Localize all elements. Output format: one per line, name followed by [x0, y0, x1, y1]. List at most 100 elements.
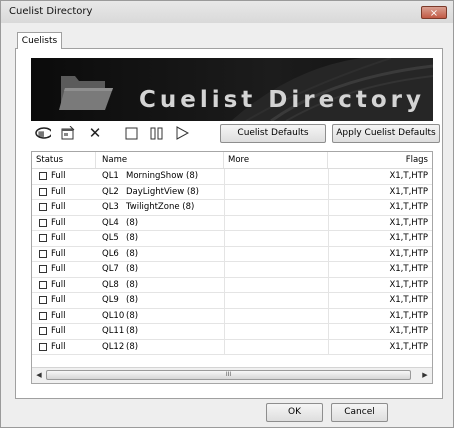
status-cell: Full: [51, 279, 66, 290]
status-checkbox[interactable]: [39, 265, 47, 273]
table-row[interactable]: Full QL2 DayLightView (8) X1,T,HTP: [32, 184, 432, 200]
status-checkbox[interactable]: [39, 203, 47, 211]
cuelist-id-cell: QL11: [102, 326, 125, 336]
delete-icon[interactable]: ✕: [87, 124, 103, 142]
cuelist-id-cell: QL6: [102, 248, 119, 259]
banner: Cuelist Directory: [31, 58, 433, 121]
table-header: Status Name More Flags: [32, 152, 432, 169]
ok-button[interactable]: OK: [266, 403, 323, 422]
cuelist-id-cell: QL4: [102, 217, 119, 228]
name-cell: (8): [126, 217, 139, 228]
table-row[interactable]: Full QL5 (8) X1,T,HTP: [32, 231, 432, 247]
name-cell: TwilightZone (8): [126, 202, 195, 212]
column-separator: [328, 277, 329, 293]
flags-cell: X1,T,HTP: [389, 326, 428, 336]
flags-cell: X1,T,HTP: [389, 295, 428, 305]
svg-text:▦: ▦: [38, 130, 45, 138]
column-separator: [224, 324, 225, 339]
flags-cell: X1,T,HTP: [389, 186, 428, 197]
column-more[interactable]: More: [224, 152, 328, 168]
table-row[interactable]: Full QL9 (8) X1,T,HTP: [32, 293, 432, 309]
table-row[interactable]: Full QL3 TwilightZone (8) X1,T,HTP: [32, 200, 432, 216]
status-cell: Full: [51, 341, 66, 352]
table-row[interactable]: Full QL7 (8) X1,T,HTP: [32, 262, 432, 278]
column-separator: [224, 215, 225, 231]
status-checkbox[interactable]: [39, 296, 47, 304]
window-title: Cuelist Directory: [9, 6, 93, 17]
properties-icon[interactable]: [60, 125, 76, 141]
status-checkbox[interactable]: [39, 249, 47, 258]
status-checkbox[interactable]: [39, 218, 47, 227]
cuelist-id-cell: QL3: [102, 202, 119, 212]
status-cell: Full: [51, 202, 66, 212]
table-row[interactable]: Full QL4 (8) X1,T,HTP: [32, 215, 432, 231]
scroll-thumb[interactable]: III: [46, 370, 411, 380]
column-separator: [328, 262, 329, 277]
cuelist-id-cell: QL12: [102, 341, 125, 352]
name-cell: (8): [126, 341, 139, 352]
close-button[interactable]: ×: [421, 6, 447, 19]
status-checkbox[interactable]: [39, 187, 47, 196]
apply-cuelist-defaults-button[interactable]: Apply Cuelist Defaults: [332, 124, 440, 143]
status-cell: Full: [51, 186, 66, 197]
cancel-button[interactable]: Cancel: [331, 403, 388, 422]
folder-icon: [59, 76, 113, 110]
column-separator: [224, 262, 225, 277]
title-bar: Cuelist Directory ×: [1, 1, 453, 23]
status-checkbox[interactable]: [39, 280, 47, 289]
name-cell: (8): [126, 295, 139, 305]
status-cell: Full: [51, 171, 66, 181]
flags-cell: X1,T,HTP: [389, 217, 428, 228]
column-separator: [224, 246, 225, 262]
table-row[interactable]: Full QL12 (8) X1,T,HTP: [32, 339, 432, 355]
table-row[interactable]: Full QL1 MorningShow (8) X1,T,HTP: [32, 169, 432, 185]
horizontal-scrollbar[interactable]: ◀ III ▶: [32, 367, 432, 383]
cuelist-id-cell: QL1: [102, 171, 119, 181]
name-cell: (8): [126, 279, 139, 290]
table-row[interactable]: Full QL6 (8) X1,T,HTP: [32, 246, 432, 262]
status-cell: Full: [51, 310, 66, 321]
scroll-thumb-grip: III: [225, 371, 232, 378]
table-row[interactable]: Full QL8 (8) X1,T,HTP: [32, 277, 432, 293]
flags-cell: X1,T,HTP: [389, 310, 428, 321]
column-separator: [328, 339, 329, 355]
status-cell: Full: [51, 248, 66, 259]
status-checkbox[interactable]: [39, 311, 47, 320]
column-separator: [224, 339, 225, 355]
status-checkbox[interactable]: [39, 327, 47, 335]
flags-cell: X1,T,HTP: [389, 248, 428, 259]
pause-icon[interactable]: [149, 125, 165, 141]
cuelist-id-cell: QL8: [102, 279, 119, 290]
scroll-left-icon[interactable]: ◀: [34, 370, 44, 380]
status-checkbox[interactable]: [39, 172, 47, 180]
cuelist-defaults-button[interactable]: Cuelist Defaults: [220, 124, 326, 143]
cuelist-id-cell: QL10: [102, 310, 125, 321]
status-cell: Full: [51, 217, 66, 228]
column-separator: [224, 200, 225, 215]
search-icon[interactable]: ▦: [35, 125, 51, 141]
play-icon[interactable]: [174, 125, 190, 141]
status-checkbox[interactable]: [39, 234, 47, 242]
column-status[interactable]: Status: [32, 152, 96, 168]
flags-cell: X1,T,HTP: [389, 171, 428, 181]
cuelist-id-cell: QL7: [102, 264, 119, 274]
name-cell: (8): [126, 248, 139, 259]
column-separator: [328, 215, 329, 231]
stop-icon[interactable]: [123, 125, 139, 141]
column-flags[interactable]: Flags: [328, 152, 432, 168]
status-cell: Full: [51, 295, 66, 305]
status-checkbox[interactable]: [39, 342, 47, 351]
flags-cell: X1,T,HTP: [389, 202, 428, 212]
column-separator: [328, 324, 329, 339]
cuelist-id-cell: QL9: [102, 295, 119, 305]
table-row[interactable]: Full QL11 (8) X1,T,HTP: [32, 324, 432, 340]
column-name[interactable]: Name: [96, 152, 224, 168]
column-separator: [224, 231, 225, 246]
column-separator: [328, 246, 329, 262]
name-cell: (8): [126, 310, 139, 321]
column-separator: [328, 169, 329, 184]
scroll-right-icon[interactable]: ▶: [420, 370, 430, 380]
table-row[interactable]: Full QL10 (8) X1,T,HTP: [32, 308, 432, 324]
tab-cuelists[interactable]: Cuelists: [17, 32, 62, 49]
flags-cell: X1,T,HTP: [389, 233, 428, 243]
